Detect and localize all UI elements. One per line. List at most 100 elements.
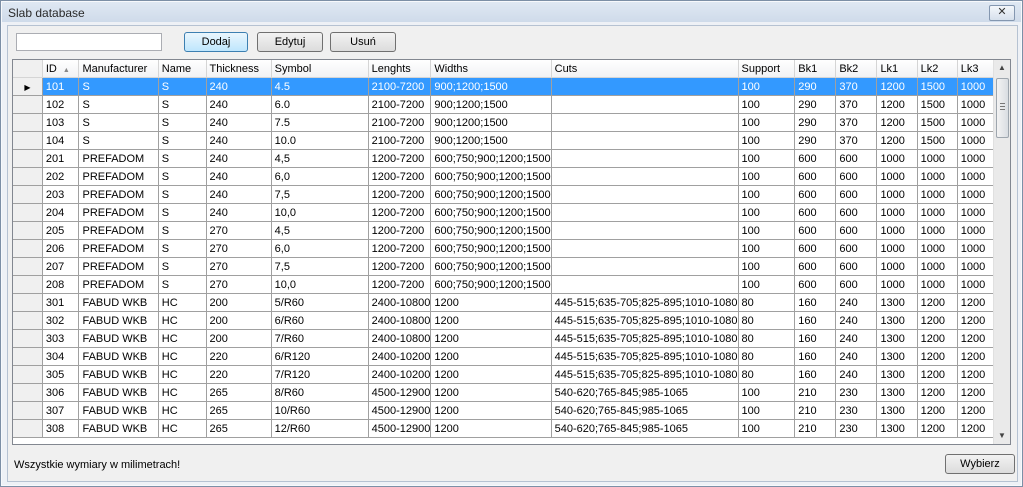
cell-name[interactable]: S xyxy=(158,131,207,150)
cell-cuts[interactable] xyxy=(551,77,739,96)
cell-id[interactable]: 305 xyxy=(42,365,80,384)
cell-thickness[interactable]: 220 xyxy=(206,347,272,366)
cell-name[interactable]: HC xyxy=(158,347,207,366)
cell-support[interactable]: 100 xyxy=(738,131,796,150)
cell-symbol[interactable]: 6,0 xyxy=(271,239,369,258)
cell-bk2[interactable]: 600 xyxy=(835,221,878,240)
cell-cuts[interactable]: 445-515;635-705;825-895;1010-1080 xyxy=(551,293,739,312)
table-row[interactable]: 201 PREFADOM S 240 4,5 1200-7200 600;750;900;1… xyxy=(13,149,1010,168)
column-header-bk2[interactable]: Bk2 xyxy=(835,60,878,78)
cell-thickness[interactable]: 270 xyxy=(206,221,272,240)
cell-support[interactable]: 100 xyxy=(738,257,796,276)
cell-lenghts[interactable]: 1200-7200 xyxy=(368,257,432,276)
cell-thickness[interactable]: 270 xyxy=(206,275,272,294)
row-header[interactable] xyxy=(13,131,43,150)
cell-widths[interactable]: 1200 xyxy=(430,401,552,420)
cell-id[interactable]: 208 xyxy=(42,275,80,294)
cell-lk1[interactable]: 1300 xyxy=(876,365,918,384)
row-header[interactable] xyxy=(13,365,43,384)
cell-name[interactable]: S xyxy=(158,203,207,222)
cell-lenghts[interactable]: 1200-7200 xyxy=(368,185,432,204)
cell-manufacturer[interactable]: FABUD WKB xyxy=(78,347,159,366)
cell-support[interactable]: 100 xyxy=(738,239,796,258)
vertical-scrollbar[interactable]: ▲ ▼ xyxy=(993,60,1010,444)
cell-name[interactable]: S xyxy=(158,95,207,114)
cell-name[interactable]: S xyxy=(158,77,207,96)
cell-lenghts[interactable]: 4500-12900 xyxy=(368,383,432,402)
cell-bk1[interactable]: 290 xyxy=(794,77,837,96)
cell-symbol[interactable]: 7,5 xyxy=(271,185,369,204)
cell-lk2[interactable]: 1500 xyxy=(917,113,958,132)
cell-lenghts[interactable]: 1200-7200 xyxy=(368,275,432,294)
cell-symbol[interactable]: 6/R120 xyxy=(271,347,369,366)
cell-widths[interactable]: 600;750;900;1200;1500 xyxy=(430,185,552,204)
cell-id[interactable]: 301 xyxy=(42,293,80,312)
cell-id[interactable]: 103 xyxy=(42,113,80,132)
cell-name[interactable]: S xyxy=(158,275,207,294)
cell-cuts[interactable] xyxy=(551,203,739,222)
cell-id[interactable]: 206 xyxy=(42,239,80,258)
cell-bk2[interactable]: 600 xyxy=(835,203,878,222)
cell-support[interactable]: 100 xyxy=(738,383,796,402)
cell-bk1[interactable]: 290 xyxy=(794,131,837,150)
table-row[interactable]: 305 FABUD WKB HC 220 7/R120 2400-10200 1200 445… xyxy=(13,365,1010,384)
cell-bk2[interactable]: 600 xyxy=(835,239,878,258)
table-row[interactable]: 307 FABUD WKB HC 265 10/R60 4500-12900 1200 540… xyxy=(13,401,1010,420)
cell-lk2[interactable]: 1000 xyxy=(917,167,958,186)
cell-cuts[interactable]: 540-620;765-845;985-1065 xyxy=(551,419,739,438)
table-row[interactable]: 207 PREFADOM S 270 7,5 1200-7200 600;750;900;1… xyxy=(13,257,1010,276)
cell-symbol[interactable]: 4,5 xyxy=(271,149,369,168)
cell-bk2[interactable]: 240 xyxy=(835,311,878,330)
row-header[interactable] xyxy=(13,257,43,276)
cell-cuts[interactable] xyxy=(551,131,739,150)
cell-thickness[interactable]: 240 xyxy=(206,77,272,96)
cell-lk1[interactable]: 1000 xyxy=(876,185,918,204)
delete-button[interactable]: Usuń xyxy=(330,32,396,52)
cell-symbol[interactable]: 4,5 xyxy=(271,221,369,240)
column-header-widths[interactable]: Widths xyxy=(430,60,552,78)
cell-widths[interactable]: 1200 xyxy=(430,347,552,366)
cell-name[interactable]: HC xyxy=(158,311,207,330)
row-header[interactable] xyxy=(13,167,43,186)
cell-id[interactable]: 207 xyxy=(42,257,80,276)
cell-lk2[interactable]: 1200 xyxy=(917,383,958,402)
cell-bk2[interactable]: 370 xyxy=(835,113,878,132)
cell-lk1[interactable]: 1200 xyxy=(876,95,918,114)
cell-cuts[interactable] xyxy=(551,257,739,276)
cell-lenghts[interactable]: 2400-10800 xyxy=(368,311,432,330)
cell-support[interactable]: 100 xyxy=(738,185,796,204)
cell-bk1[interactable]: 600 xyxy=(794,167,837,186)
cell-support[interactable]: 100 xyxy=(738,95,796,114)
table-row[interactable]: ▶ 101 S S 240 4.5 2100-7200 900;1200;1500 100 290… xyxy=(13,77,1010,96)
cell-support[interactable]: 100 xyxy=(738,203,796,222)
cell-bk2[interactable]: 230 xyxy=(835,419,878,438)
row-header[interactable] xyxy=(13,329,43,348)
column-header-bk1[interactable]: Bk1 xyxy=(794,60,837,78)
cell-widths[interactable]: 1200 xyxy=(430,311,552,330)
cell-support[interactable]: 100 xyxy=(738,149,796,168)
cell-id[interactable]: 308 xyxy=(42,419,80,438)
cell-id[interactable]: 201 xyxy=(42,149,80,168)
cell-lk1[interactable]: 1000 xyxy=(876,203,918,222)
cell-lk1[interactable]: 1300 xyxy=(876,419,918,438)
table-row[interactable]: 301 FABUD WKB HC 200 5/R60 2400-10800 1200 445-… xyxy=(13,293,1010,312)
cell-lk1[interactable]: 1300 xyxy=(876,329,918,348)
cell-lk1[interactable]: 1200 xyxy=(876,77,918,96)
cell-id[interactable]: 202 xyxy=(42,167,80,186)
cell-widths[interactable]: 900;1200;1500 xyxy=(430,113,552,132)
table-row[interactable]: 203 PREFADOM S 240 7,5 1200-7200 600;750;900;1… xyxy=(13,185,1010,204)
cell-thickness[interactable]: 270 xyxy=(206,239,272,258)
cell-support[interactable]: 80 xyxy=(738,293,796,312)
cell-support[interactable]: 100 xyxy=(738,113,796,132)
cell-manufacturer[interactable]: FABUD WKB xyxy=(78,365,159,384)
cell-bk1[interactable]: 160 xyxy=(794,311,837,330)
row-header[interactable] xyxy=(13,221,43,240)
cell-bk1[interactable]: 210 xyxy=(794,401,837,420)
cell-thickness[interactable]: 240 xyxy=(206,95,272,114)
cell-lenghts[interactable]: 4500-12900 xyxy=(368,419,432,438)
cell-widths[interactable]: 600;750;900;1200;1500 xyxy=(430,275,552,294)
cell-thickness[interactable]: 200 xyxy=(206,311,272,330)
scroll-down-arrow-icon[interactable]: ▼ xyxy=(994,428,1010,444)
cell-bk2[interactable]: 600 xyxy=(835,275,878,294)
cell-lenghts[interactable]: 2100-7200 xyxy=(368,77,432,96)
